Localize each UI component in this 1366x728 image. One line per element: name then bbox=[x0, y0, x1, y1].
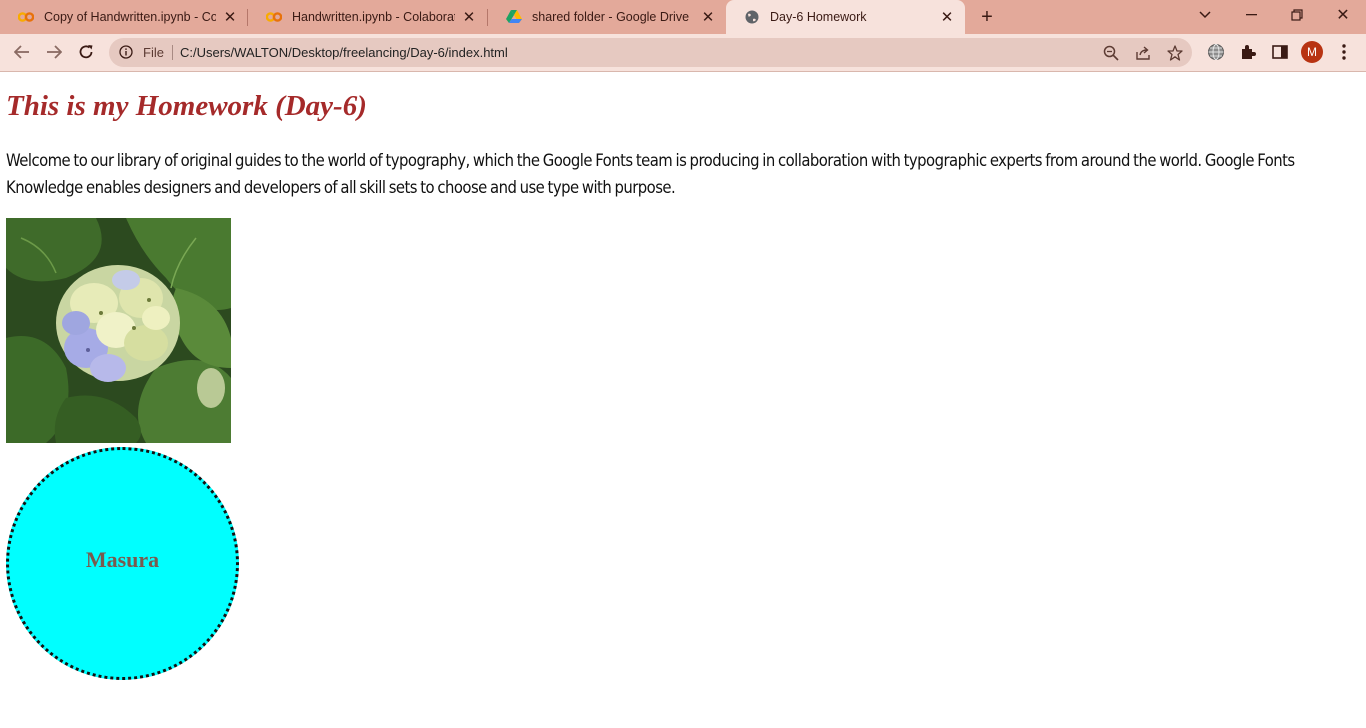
reload-icon[interactable] bbox=[72, 38, 100, 66]
close-icon[interactable]: ✕ bbox=[461, 9, 477, 26]
menu-kebab-icon[interactable] bbox=[1334, 42, 1354, 62]
tab-search-chevron-icon[interactable] bbox=[1182, 0, 1228, 30]
tab-title: Handwritten.ipynb - Colaboratory bbox=[292, 10, 455, 24]
tab-day6-homework[interactable]: Day-6 Homework ✕ bbox=[726, 0, 965, 34]
back-arrow-icon[interactable] bbox=[8, 38, 36, 66]
tab-title: Copy of Handwritten.ipynb - Colaboratory bbox=[44, 10, 216, 24]
close-icon[interactable]: ✕ bbox=[700, 9, 716, 26]
url-text[interactable]: C:/Users/WALTON/Desktop/freelancing/Day-… bbox=[180, 45, 508, 60]
tab-copy-handwritten[interactable]: Copy of Handwritten.ipynb - Colaboratory… bbox=[0, 0, 248, 34]
address-divider bbox=[172, 45, 173, 60]
colab-icon bbox=[266, 9, 282, 25]
side-panel-icon[interactable] bbox=[1270, 42, 1290, 62]
close-icon[interactable]: ✕ bbox=[939, 9, 955, 26]
tab-handwritten[interactable]: Handwritten.ipynb - Colaboratory ✕ bbox=[248, 0, 487, 34]
tab-google-drive[interactable]: shared folder - Google Drive ✕ bbox=[488, 0, 726, 34]
minimize-icon[interactable] bbox=[1228, 0, 1274, 30]
info-icon[interactable] bbox=[119, 45, 133, 59]
hydrangea-photo bbox=[6, 218, 231, 443]
forward-arrow-icon[interactable] bbox=[40, 38, 68, 66]
circle-label: Masura bbox=[85, 546, 160, 572]
address-bar[interactable]: File C:/Users/WALTON/Desktop/freelancing… bbox=[109, 38, 1192, 67]
colab-icon bbox=[18, 9, 34, 25]
page-heading: This is my Homework (Day-6) bbox=[6, 90, 367, 122]
tab-strip: Copy of Handwritten.ipynb - Colaboratory… bbox=[0, 0, 1366, 34]
scheme-label: File bbox=[143, 45, 164, 60]
restore-icon[interactable] bbox=[1274, 0, 1320, 30]
tab-title: shared folder - Google Drive bbox=[532, 10, 690, 24]
new-tab-plus-icon[interactable]: + bbox=[975, 5, 999, 29]
globe-icon bbox=[744, 9, 760, 25]
intro-paragraph: Welcome to our library of original guide… bbox=[6, 151, 1295, 197]
browser-toolbar: File C:/Users/WALTON/Desktop/freelancing… bbox=[0, 34, 1366, 72]
zoom-icon[interactable] bbox=[1102, 44, 1120, 62]
google-drive-icon bbox=[506, 9, 522, 25]
close-window-icon[interactable]: ✕ bbox=[1320, 0, 1366, 30]
close-icon[interactable]: ✕ bbox=[222, 9, 238, 26]
profile-avatar[interactable]: M bbox=[1301, 41, 1323, 63]
bookmark-star-icon[interactable] bbox=[1166, 44, 1184, 62]
extensions-puzzle-icon[interactable] bbox=[1238, 42, 1258, 62]
tab-title: Day-6 Homework bbox=[770, 10, 867, 24]
share-icon[interactable] bbox=[1134, 44, 1152, 62]
name-circle: Masura bbox=[6, 447, 239, 680]
extension-globe-icon[interactable] bbox=[1206, 42, 1226, 62]
